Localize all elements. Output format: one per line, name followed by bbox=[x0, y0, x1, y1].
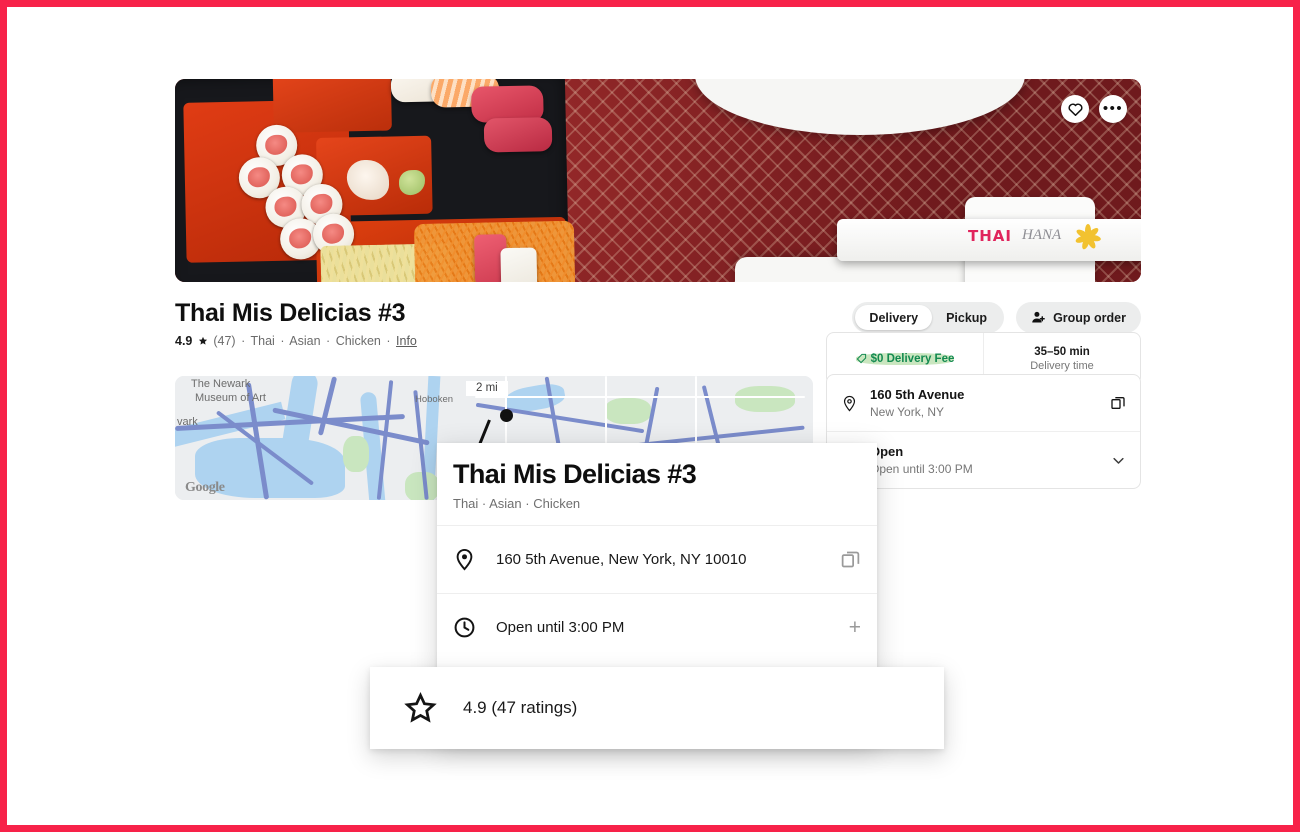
heart-icon bbox=[1067, 103, 1083, 116]
meta-sep-1: · bbox=[280, 334, 285, 348]
location-pin-icon bbox=[843, 395, 856, 411]
modal-subtitle: Thai · Asian · Chicken bbox=[453, 496, 581, 511]
location-pin-icon bbox=[456, 548, 473, 571]
map-label-0: The Newark bbox=[191, 378, 251, 390]
modal-address-text: 160 5th Avenue, New York, NY 10010 bbox=[496, 551, 747, 568]
delivery-time-sub: Delivery time bbox=[1030, 359, 1094, 372]
hero-action-buttons: ••• bbox=[1061, 95, 1127, 123]
modal-rating-text: 4.9 (47 ratings) bbox=[463, 698, 578, 717]
person-add-icon bbox=[1032, 311, 1045, 323]
more-options-button[interactable]: ••• bbox=[1099, 95, 1127, 123]
page-title: Thai Mis Delicias #3 bbox=[175, 299, 406, 327]
rating-count: (47) bbox=[213, 334, 236, 348]
map-park bbox=[735, 386, 795, 412]
cuisine-1: Asian bbox=[289, 334, 321, 348]
restaurant-meta: 4.9 (47) · Thai · Asian · Chicken · Info bbox=[175, 334, 417, 348]
favorite-button[interactable] bbox=[1061, 95, 1089, 123]
modal-expand-hours-button[interactable]: + bbox=[849, 617, 861, 638]
address-text: 160 5th Avenue New York, NY bbox=[870, 387, 1098, 419]
modal-hours-text: Open until 3:00 PM bbox=[496, 619, 625, 636]
expand-hours-button[interactable] bbox=[1111, 453, 1126, 468]
group-order-label: Group order bbox=[1053, 310, 1126, 325]
modal-copy-address-button[interactable] bbox=[840, 549, 861, 570]
plate-brand-thai: THAI bbox=[968, 227, 1012, 245]
tab-pickup[interactable]: Pickup bbox=[932, 305, 1001, 330]
modal-title: Thai Mis Delicias #3 bbox=[453, 459, 697, 489]
rating-value: 4.9 bbox=[175, 334, 193, 348]
delivery-fee-value: $0 Delivery Fee bbox=[855, 352, 955, 365]
map-pin-icon bbox=[500, 409, 513, 422]
clock-icon bbox=[454, 617, 475, 638]
chevron-down-icon bbox=[1113, 457, 1124, 464]
restaurant-page: THAI HANA ••• Thai Mis Delicias #3 4.9 (… bbox=[175, 79, 1141, 504]
address-line1: 160 5th Avenue bbox=[870, 387, 965, 402]
modal-row-rating[interactable]: 4.9 (47 ratings) bbox=[370, 667, 944, 749]
modal-row-hours[interactable]: Open until 3:00 PM + bbox=[437, 593, 877, 661]
hours-status: Open bbox=[870, 444, 904, 459]
copy-icon bbox=[1111, 397, 1125, 409]
map-label-2: vark bbox=[177, 416, 198, 428]
title-block: Thai Mis Delicias #3 4.9 (47) · Thai · A… bbox=[175, 299, 417, 348]
order-actions: Delivery Pickup Group order bbox=[852, 302, 1141, 333]
tag-icon bbox=[856, 353, 866, 364]
info-link[interactable]: Info bbox=[396, 334, 417, 348]
flower-logo-icon bbox=[1073, 222, 1103, 252]
more-options-icon: ••• bbox=[1102, 100, 1124, 117]
cuisine-2: Chicken bbox=[335, 334, 381, 348]
copy-address-button[interactable] bbox=[1110, 395, 1126, 411]
copy-icon bbox=[841, 551, 860, 568]
bento-box bbox=[175, 79, 576, 282]
map-park bbox=[343, 436, 369, 472]
info-row-address[interactable]: 160 5th Avenue New York, NY bbox=[827, 375, 1140, 431]
star-icon bbox=[404, 691, 437, 723]
group-order-button[interactable]: Group order bbox=[1016, 302, 1141, 333]
plate-brand-hana: HANA bbox=[1022, 227, 1062, 243]
map-label-1: Museum of Art bbox=[195, 392, 266, 404]
hours-detail: Open until 3:00 PM bbox=[870, 462, 973, 476]
map-park bbox=[605, 398, 651, 424]
meta-sep-0: · bbox=[241, 334, 246, 348]
delivery-time-value: 35–50 min bbox=[1034, 345, 1090, 358]
modal-row-address[interactable]: 160 5th Avenue, New York, NY 10010 bbox=[437, 525, 877, 593]
cuisine-0: Thai bbox=[250, 334, 275, 348]
hero-image: THAI HANA ••• bbox=[175, 79, 1141, 282]
tab-delivery[interactable]: Delivery bbox=[855, 305, 933, 330]
map-scale: 2 mi bbox=[466, 381, 508, 396]
modal-header: Thai Mis Delicias #3 Thai · Asian · Chic… bbox=[437, 443, 877, 525]
delivery-fee-text: $0 Delivery Fee bbox=[870, 352, 955, 365]
meta-sep-3: · bbox=[386, 334, 391, 348]
address-line2: New York, NY bbox=[870, 405, 945, 419]
hours-text: Open Open until 3:00 PM bbox=[870, 444, 1099, 476]
star-icon bbox=[198, 336, 207, 345]
meta-sep-2: · bbox=[326, 334, 331, 348]
delivery-pickup-toggle: Delivery Pickup bbox=[852, 302, 1005, 333]
map-label-3: Hoboken bbox=[415, 394, 454, 405]
browser-frame: THAI HANA ••• Thai Mis Delicias #3 4.9 (… bbox=[0, 0, 1300, 832]
google-watermark: Google bbox=[185, 480, 225, 495]
map-street bbox=[475, 396, 805, 398]
